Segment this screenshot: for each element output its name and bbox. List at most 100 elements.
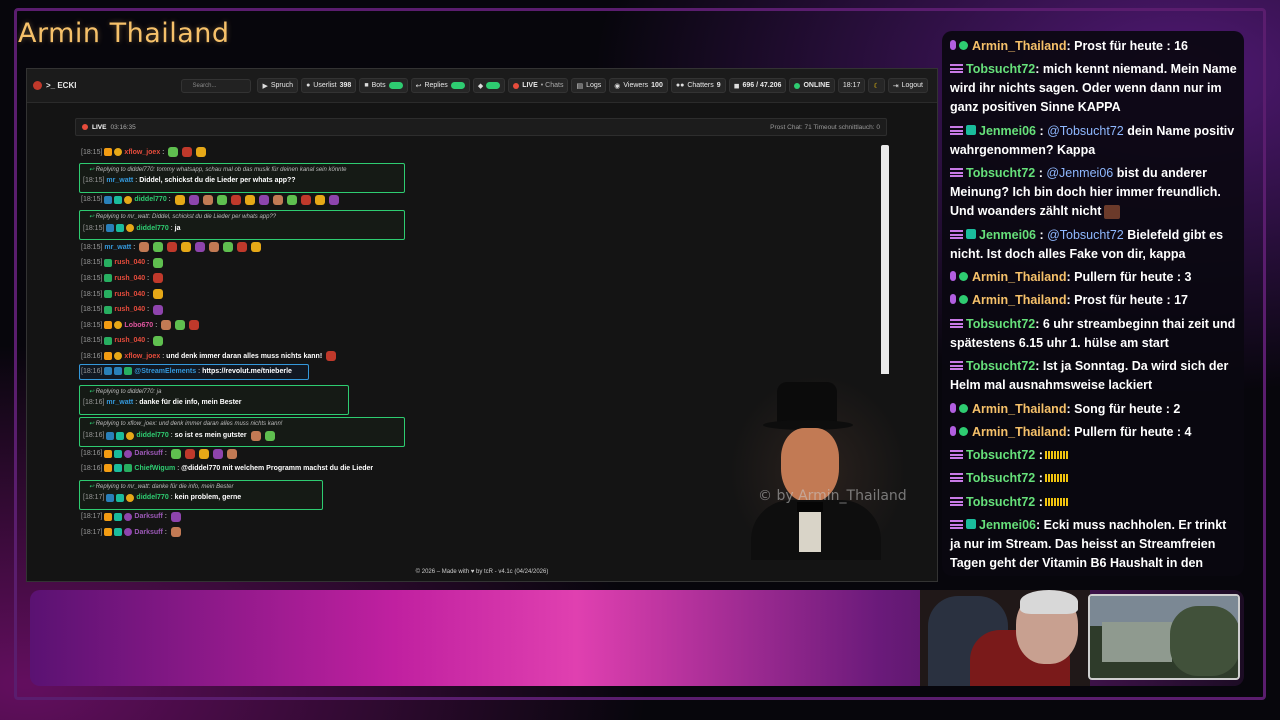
chat-message[interactable]: [18:15] xflow_joex: bbox=[81, 147, 207, 157]
user-badge-icon bbox=[114, 528, 123, 537]
viewers-button[interactable]: ◉ Viewers 100 bbox=[609, 78, 668, 93]
users-icon: ●● bbox=[675, 82, 685, 89]
bots-toggle[interactable]: ■ Bots bbox=[359, 78, 408, 93]
reply-arrow-icon: ↩ bbox=[89, 214, 96, 221]
message-username[interactable]: rush_040 bbox=[114, 337, 145, 344]
chat-message[interactable]: [18:15] diddel770: ja bbox=[83, 224, 181, 233]
reply-reference[interactable]: ↩ Replying to mr_watt: Diddel, schickst … bbox=[89, 213, 276, 220]
message-timestamp: [18:17] bbox=[83, 494, 105, 502]
message-username[interactable]: Lobo670 bbox=[124, 322, 153, 329]
emote-icon bbox=[223, 242, 234, 253]
chat-message[interactable]: [18:15] mr_watt: Diddel, schickst du die … bbox=[83, 177, 296, 184]
message-timestamp: [18:16] bbox=[81, 352, 103, 360]
chat-message[interactable]: [18:15] rush_040: bbox=[81, 304, 164, 315]
chat-message[interactable]: [18:15] rush_040: bbox=[81, 273, 164, 284]
userlist-button[interactable]: ● Userlist 398 bbox=[301, 78, 357, 93]
message-username[interactable]: ChiefWigum bbox=[134, 465, 175, 472]
toggle-switch[interactable] bbox=[388, 82, 403, 89]
message-username[interactable]: diddel770 bbox=[134, 196, 166, 203]
stream-chat-message: Tobsucht72: 6 uhr streambeginn thai zeit… bbox=[950, 315, 1240, 353]
stream-chat-message: Armin_Thailand: Prost für heute : 17 bbox=[950, 291, 1240, 310]
chat-message[interactable]: [18:17] diddel770: kein problem, gerne bbox=[83, 493, 241, 502]
chat-message[interactable]: [18:15] rush_040: bbox=[81, 335, 164, 346]
message-username[interactable]: mr_watt bbox=[106, 177, 133, 184]
subscriber-badge-icon bbox=[950, 473, 963, 482]
messages-counter[interactable]: ◼ 696 / 47.206 bbox=[728, 78, 787, 93]
toggle-switch[interactable] bbox=[450, 82, 465, 89]
message-text: danke für die info, mein Bester bbox=[139, 398, 242, 406]
message-username[interactable]: @StreamElements bbox=[134, 368, 196, 375]
chat-message[interactable]: [18:15] mr_watt: bbox=[81, 242, 262, 253]
emote-icon bbox=[153, 273, 164, 284]
stream-chat-username: Armin_Thailand bbox=[972, 270, 1067, 284]
spruch-button[interactable]: ▶ Spruch bbox=[257, 78, 299, 93]
separator: : bbox=[198, 367, 201, 375]
chatters-button[interactable]: ●● Chatters 9 bbox=[670, 78, 726, 93]
chat-message[interactable]: [18:16] diddel770: so ist es mein gutster bbox=[83, 430, 275, 441]
message-username[interactable]: diddel770 bbox=[136, 225, 168, 232]
chat-message[interactable]: [18:15] rush_040: bbox=[81, 289, 164, 299]
chat-message[interactable]: [18:16] mr_watt: danke für die info, mein… bbox=[83, 399, 242, 406]
live-chats-button[interactable]: LIVE • Chats bbox=[508, 78, 569, 93]
mention: @Jenmei06 bbox=[1046, 166, 1114, 180]
chat-message[interactable]: [18:15] diddel770: bbox=[81, 194, 339, 205]
theme-toggle[interactable]: ☾ bbox=[868, 78, 885, 93]
chat-message[interactable]: [18:16] xflow_joex: und denk immer daran … bbox=[81, 351, 337, 362]
message-username[interactable]: mr_watt bbox=[104, 244, 131, 251]
search-input[interactable]: Search... bbox=[181, 78, 252, 93]
user-badge-icon bbox=[104, 464, 113, 473]
user-badge-icon bbox=[104, 528, 113, 537]
user-badge-icon bbox=[114, 352, 123, 361]
message-username[interactable]: rush_040 bbox=[114, 291, 145, 298]
emote-icon bbox=[300, 194, 311, 205]
play-icon: ▶ bbox=[262, 82, 268, 90]
message-username[interactable]: Darksuff bbox=[134, 450, 162, 457]
chat-message[interactable]: [18:17] Darksuff: bbox=[81, 527, 181, 538]
message-username[interactable]: mr_watt bbox=[106, 399, 133, 406]
separator: : bbox=[177, 464, 180, 472]
message-username[interactable]: xflow_joex bbox=[124, 149, 160, 156]
separator: : bbox=[1035, 228, 1048, 242]
messages-count: 696 / 47.206 bbox=[742, 82, 782, 89]
reply-reference[interactable]: ↩ Replying to mr_watt: danke für die inf… bbox=[89, 483, 233, 490]
message-username[interactable]: xflow_joex bbox=[124, 353, 160, 360]
mod-toggle[interactable]: ◆ bbox=[472, 78, 506, 93]
message-username[interactable]: rush_040 bbox=[114, 259, 145, 266]
chat-message[interactable]: [18:16] @StreamElements: https://revolut.… bbox=[81, 367, 292, 375]
brand-logo[interactable]: >_ ECKI bbox=[33, 81, 76, 90]
separator: : bbox=[135, 176, 138, 184]
user-badge-icon bbox=[104, 367, 113, 375]
chat-message[interactable]: [18:17] Darksuff: bbox=[81, 511, 181, 522]
user-badge-icon bbox=[104, 290, 113, 298]
stream-chat-username: Jenmei06 bbox=[979, 518, 1036, 532]
logout-button[interactable]: ⇥ Logout bbox=[887, 78, 928, 93]
user-badge-icon bbox=[114, 148, 123, 156]
stream-chat-username: Tobsucht72 bbox=[966, 62, 1036, 76]
chat-message[interactable]: [18:15] Lobo670: bbox=[81, 320, 200, 331]
message-timestamp: [18:15] bbox=[81, 337, 103, 345]
user-badge-icon bbox=[104, 321, 113, 330]
chat-message[interactable]: [18:16] Darksuff: bbox=[81, 448, 237, 459]
clock-time: 18:17 bbox=[842, 82, 861, 89]
chat-message[interactable]: [18:16] ChiefWigum: @diddel770 mit welche… bbox=[81, 464, 373, 473]
message-username[interactable]: Darksuff bbox=[134, 513, 162, 520]
emote-icon bbox=[167, 242, 178, 253]
replies-toggle[interactable]: ↩ Replies bbox=[410, 78, 470, 93]
message-username[interactable]: diddel770 bbox=[136, 494, 168, 501]
toggle-switch[interactable] bbox=[486, 82, 501, 89]
chatters-count: 9 bbox=[716, 82, 721, 89]
message-username[interactable]: rush_040 bbox=[114, 306, 145, 313]
message-username[interactable]: Darksuff bbox=[134, 529, 162, 536]
reply-reference[interactable]: ↩ Replying to diddel770: tommy whatsapp,… bbox=[89, 166, 347, 173]
message-username[interactable]: diddel770 bbox=[136, 432, 168, 439]
subscriber-badge-icon bbox=[950, 497, 963, 506]
message-username[interactable]: rush_040 bbox=[114, 275, 145, 282]
chat-message[interactable]: [18:15] rush_040: bbox=[81, 257, 164, 268]
emote-icon bbox=[272, 194, 283, 205]
stream-chat-username: Tobsucht72 bbox=[966, 495, 1036, 509]
message-timestamp: [18:15] bbox=[81, 148, 103, 156]
reply-reference[interactable]: ↩ Replying to xflow_joex: und denk immer… bbox=[89, 420, 282, 427]
reply-reference[interactable]: ↩ Replying to diddel770: ja bbox=[89, 388, 161, 395]
logs-button[interactable]: ▤ Logs bbox=[571, 78, 607, 93]
separator: : bbox=[162, 148, 165, 156]
